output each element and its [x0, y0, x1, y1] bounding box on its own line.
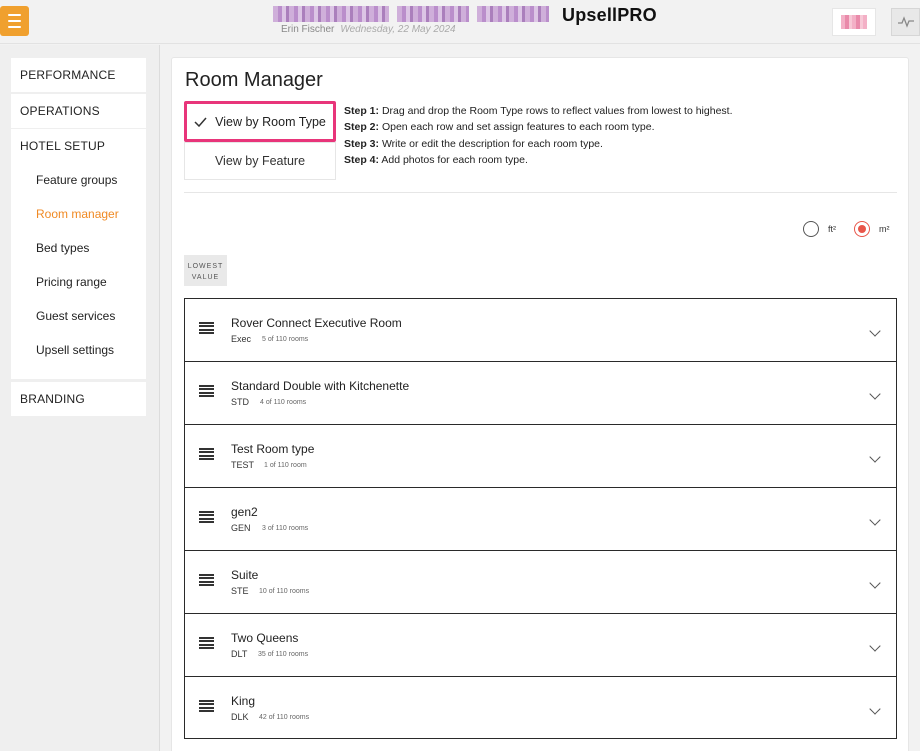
- hamburger-menu-icon[interactable]: [0, 6, 29, 36]
- room-manager-panel: Room Manager View by Room Type View by F…: [171, 57, 909, 751]
- user-info: Erin Fischer Wednesday, 22 May 2024: [281, 24, 456, 35]
- room-row[interactable]: Two Queens DLT 35 of 110 rooms: [184, 613, 897, 676]
- step-3: Step 3: Write or edit the description fo…: [344, 137, 603, 150]
- sidebar: PERFORMANCE OPERATIONS HOTEL SETUP Featu…: [0, 45, 160, 751]
- user-name: Erin Fischer: [281, 24, 335, 35]
- room-name: Two Queens: [231, 631, 299, 645]
- chevron-down-icon[interactable]: [869, 388, 881, 400]
- room-code: STE: [231, 586, 249, 596]
- room-count: 4 of 110 rooms: [260, 399, 307, 406]
- drag-handle-icon[interactable]: [199, 385, 214, 397]
- room-row[interactable]: Rover Connect Executive Room Exec 5 of 1…: [184, 298, 897, 361]
- top-bar: UpsellPRO Erin Fischer Wednesday, 22 May …: [0, 0, 920, 44]
- room-code: DLK: [231, 712, 249, 722]
- current-date: Wednesday, 22 May 2024: [340, 24, 456, 35]
- room-count: 5 of 110 rooms: [262, 336, 309, 343]
- room-type-list: Rover Connect Executive Room Exec 5 of 1…: [184, 298, 897, 739]
- nav-group-branding[interactable]: BRANDING: [11, 382, 146, 416]
- divider: [184, 192, 897, 193]
- chevron-down-icon[interactable]: [869, 640, 881, 652]
- room-row[interactable]: gen2 GEN 3 of 110 rooms: [184, 487, 897, 550]
- sidebar-item-upsell-settings[interactable]: Upsell settings: [11, 333, 146, 367]
- room-count: 1 of 110 room: [264, 462, 307, 469]
- chevron-down-icon[interactable]: [869, 325, 881, 337]
- sidebar-item-branding[interactable]: BRANDING: [11, 382, 146, 416]
- view-by-room-type-label: View by Room Type: [215, 114, 326, 129]
- hotel-name-redacted: [477, 6, 549, 22]
- room-code: TEST: [231, 460, 255, 470]
- drag-handle-icon[interactable]: [199, 574, 214, 586]
- view-by-feature-label: View by Feature: [214, 154, 306, 168]
- drag-handle-icon[interactable]: [199, 700, 214, 712]
- room-code: Exec: [231, 334, 252, 344]
- ft2-radio[interactable]: [803, 221, 819, 237]
- room-row[interactable]: Test Room type TEST 1 of 110 room: [184, 424, 897, 487]
- chevron-down-icon[interactable]: [869, 703, 881, 715]
- sidebar-item-performance[interactable]: PERFORMANCE: [11, 58, 146, 92]
- room-name: Suite: [231, 568, 259, 582]
- drag-handle-icon[interactable]: [199, 448, 214, 460]
- room-name: Rover Connect Executive Room: [231, 316, 402, 330]
- room-count: 35 of 110 rooms: [258, 651, 309, 658]
- drag-handle-icon[interactable]: [199, 637, 214, 649]
- lowest-value-tag: LOWEST VALUE: [184, 255, 227, 286]
- logo-redacted: [841, 15, 867, 29]
- hotel-name-redacted: [273, 6, 389, 22]
- chevron-down-icon[interactable]: [869, 577, 881, 589]
- room-row[interactable]: Standard Double with Kitchenette STD 4 o…: [184, 361, 897, 424]
- sidebar-item-room-manager[interactable]: Room manager: [11, 197, 146, 231]
- room-code: GEN: [231, 523, 251, 533]
- drag-handle-icon[interactable]: [199, 511, 214, 523]
- brand-title: UpsellPRO: [562, 5, 657, 25]
- sidebar-item-feature-groups[interactable]: Feature groups: [11, 163, 146, 197]
- hotel-logo-avatar[interactable]: [832, 8, 876, 36]
- ft2-label: ft²: [828, 224, 836, 234]
- step-4: Step 4: Add photos for each room type.: [344, 153, 528, 166]
- step-1: Step 1: Drag and drop the Room Type rows…: [344, 105, 733, 117]
- view-by-feature-button[interactable]: View by Feature: [184, 142, 336, 180]
- room-name: gen2: [231, 505, 258, 519]
- sidebar-item-bed-types[interactable]: Bed types: [11, 231, 146, 265]
- chevron-down-icon[interactable]: [869, 451, 881, 463]
- room-count: 10 of 110 rooms: [259, 588, 310, 595]
- sidebar-item-hotel-setup[interactable]: HOTEL SETUP: [11, 129, 146, 163]
- room-code: DLT: [231, 649, 248, 659]
- sidebar-item-operations[interactable]: OPERATIONS: [11, 94, 146, 128]
- nav-group-hotel-setup: HOTEL SETUP Feature groups Room manager …: [11, 129, 146, 379]
- unit-selector: ft² m²: [803, 221, 890, 237]
- room-count: 42 of 110 rooms: [259, 714, 310, 721]
- room-row[interactable]: Suite STE 10 of 110 rooms: [184, 550, 897, 613]
- sidebar-item-guest-services[interactable]: Guest services: [11, 299, 146, 333]
- room-name: Standard Double with Kitchenette: [231, 379, 410, 393]
- instructions: Step 1: Drag and drop the Room Type rows…: [344, 103, 733, 168]
- chevron-down-icon[interactable]: [869, 514, 881, 526]
- room-code: STD: [231, 397, 249, 407]
- room-name: Test Room type: [231, 442, 315, 456]
- drag-handle-icon[interactable]: [199, 322, 214, 334]
- room-name: King: [231, 694, 256, 708]
- nav-group-operations[interactable]: OPERATIONS: [11, 94, 146, 128]
- m2-radio[interactable]: [854, 221, 870, 237]
- page-title: Room Manager: [185, 69, 323, 91]
- room-row[interactable]: King DLK 42 of 110 rooms: [184, 676, 897, 739]
- hotel-name-redacted: [397, 6, 469, 22]
- nav-group-performance[interactable]: PERFORMANCE: [11, 58, 146, 92]
- room-count: 3 of 110 rooms: [262, 525, 309, 532]
- step-2: Step 2: Open each row and set assign fea…: [344, 121, 655, 134]
- m2-label: m²: [879, 224, 890, 234]
- view-by-room-type-button[interactable]: View by Room Type: [184, 101, 336, 142]
- sidebar-item-pricing-range[interactable]: Pricing range: [11, 265, 146, 299]
- checkmark-icon: [194, 117, 207, 127]
- activity-icon[interactable]: [891, 8, 920, 36]
